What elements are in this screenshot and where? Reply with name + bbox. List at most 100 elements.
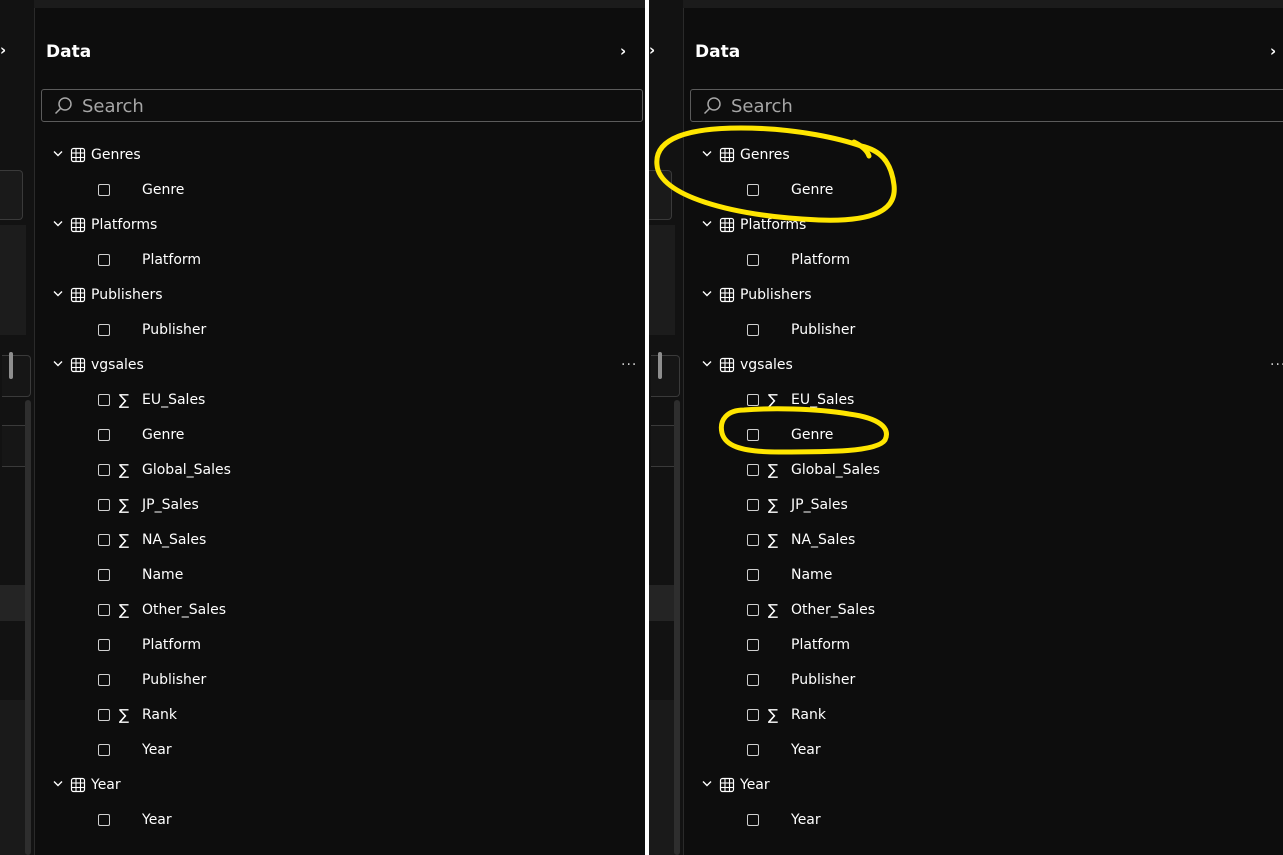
field-checkbox[interactable] <box>98 254 110 266</box>
more-options-icon[interactable]: ··· <box>621 348 637 383</box>
strip-control[interactable] <box>2 355 31 397</box>
field-row-jp-sales[interactable]: ∑ JP_Sales <box>35 488 645 523</box>
search-input[interactable] <box>729 93 1228 120</box>
field-name: Genre <box>791 182 834 198</box>
collapse-pane-button[interactable]: › <box>1270 42 1276 60</box>
field-row-global-sales[interactable]: ∑ Global_Sales <box>35 453 645 488</box>
field-row-year[interactable]: Year <box>35 733 645 768</box>
field-row-rank[interactable]: ∑ Rank <box>684 698 1283 733</box>
field-row-eu-sales[interactable]: ∑ EU_Sales <box>35 383 645 418</box>
field-checkbox[interactable] <box>98 394 110 406</box>
field-checkbox[interactable] <box>747 324 759 336</box>
search-input[interactable] <box>80 93 564 120</box>
field-checkbox[interactable] <box>98 464 110 476</box>
field-row-rank[interactable]: ∑ Rank <box>35 698 645 733</box>
field-row-publisher[interactable]: Publisher <box>35 313 645 348</box>
chevron-down-icon[interactable] <box>702 290 712 298</box>
field-checkbox[interactable] <box>98 324 110 336</box>
field-checkbox[interactable] <box>98 534 110 546</box>
field-checkbox[interactable] <box>747 534 759 546</box>
field-row-genre[interactable]: Genre <box>35 173 645 208</box>
field-row-publisher[interactable]: Publisher <box>684 313 1283 348</box>
chevron-down-icon[interactable] <box>53 150 63 158</box>
chevron-down-icon[interactable] <box>53 360 63 368</box>
strip-control[interactable] <box>651 355 680 397</box>
field-row-jp-sales[interactable]: ∑ JP_Sales <box>684 488 1283 523</box>
table-row-platforms[interactable]: Platforms <box>35 208 645 243</box>
table-row-genres[interactable]: Genres <box>35 138 645 173</box>
field-checkbox[interactable] <box>747 744 759 756</box>
collapse-pane-button[interactable]: › <box>620 42 626 60</box>
expand-pane-icon[interactable]: › <box>649 40 655 60</box>
field-row-genre[interactable]: Genre <box>35 418 645 453</box>
field-row-platform[interactable]: Platform <box>684 628 1283 663</box>
field-row-platform[interactable]: Platform <box>35 243 645 278</box>
chevron-down-icon[interactable] <box>53 780 63 788</box>
table-row-vgsales[interactable]: vgsales ··· <box>658 348 1283 383</box>
table-icon <box>70 287 86 303</box>
field-row-publisher[interactable]: Publisher <box>684 663 1283 698</box>
table-row-publishers[interactable]: Publishers <box>35 278 645 313</box>
field-row-other-sales[interactable]: ∑ Other_Sales <box>684 593 1283 628</box>
field-checkbox[interactable] <box>98 569 110 581</box>
chevron-down-icon[interactable] <box>702 220 712 228</box>
field-checkbox[interactable] <box>98 429 110 441</box>
field-checkbox[interactable] <box>747 604 759 616</box>
field-row-na-sales[interactable]: ∑ NA_Sales <box>35 523 645 558</box>
expand-pane-icon[interactable]: › <box>0 40 6 60</box>
field-row-eu-sales[interactable]: ∑ EU_Sales <box>684 383 1283 418</box>
table-row-year[interactable]: Year <box>684 768 1283 803</box>
field-checkbox[interactable] <box>747 499 759 511</box>
scrollbar[interactable] <box>25 400 31 855</box>
field-checkbox[interactable] <box>98 674 110 686</box>
field-row-other-sales[interactable]: ∑ Other_Sales <box>35 593 645 628</box>
field-row-global-sales[interactable]: ∑ Global_Sales <box>684 453 1283 488</box>
more-options-icon[interactable]: ··· <box>1270 348 1283 383</box>
field-row-year[interactable]: Year <box>684 803 1283 838</box>
field-checkbox[interactable] <box>98 814 110 826</box>
field-name: Year <box>142 742 172 758</box>
field-checkbox[interactable] <box>747 709 759 721</box>
field-row-year[interactable]: Year <box>35 803 645 838</box>
field-checkbox[interactable] <box>747 464 759 476</box>
field-row-name[interactable]: Name <box>35 558 645 593</box>
table-icon <box>70 777 86 793</box>
field-checkbox[interactable] <box>747 674 759 686</box>
field-checkbox[interactable] <box>98 709 110 721</box>
field-checkbox[interactable] <box>747 639 759 651</box>
search-box[interactable] <box>690 89 1283 122</box>
table-row-publishers[interactable]: Publishers <box>684 278 1283 313</box>
field-row-platform[interactable]: Platform <box>684 243 1283 278</box>
field-row-year[interactable]: Year <box>684 733 1283 768</box>
field-checkbox[interactable] <box>747 569 759 581</box>
field-checkbox[interactable] <box>747 254 759 266</box>
chevron-down-icon[interactable] <box>702 360 712 368</box>
chevron-down-icon[interactable] <box>702 150 712 158</box>
table-row-platforms[interactable]: Platforms <box>684 208 1283 243</box>
field-row-na-sales[interactable]: ∑ NA_Sales <box>684 523 1283 558</box>
field-row-platform[interactable]: Platform <box>35 628 645 663</box>
field-row-publisher[interactable]: Publisher <box>35 663 645 698</box>
table-row-year[interactable]: Year <box>35 768 645 803</box>
table-row-vgsales[interactable]: vgsales ··· <box>9 348 645 383</box>
chevron-down-icon[interactable] <box>53 220 63 228</box>
field-row-genre[interactable]: Genre <box>684 418 1283 453</box>
field-checkbox[interactable] <box>98 744 110 756</box>
field-checkbox[interactable] <box>98 499 110 511</box>
field-checkbox[interactable] <box>98 639 110 651</box>
field-row-name[interactable]: Name <box>684 558 1283 593</box>
field-checkbox[interactable] <box>98 184 110 196</box>
field-checkbox[interactable] <box>747 184 759 196</box>
chevron-down-icon[interactable] <box>53 290 63 298</box>
scrollbar[interactable] <box>674 400 680 855</box>
field-checkbox[interactable] <box>747 429 759 441</box>
table-row-genres[interactable]: Genres <box>684 138 1283 173</box>
field-checkbox[interactable] <box>747 814 759 826</box>
strip-control[interactable] <box>649 170 672 220</box>
search-box[interactable] <box>41 89 643 122</box>
field-checkbox[interactable] <box>98 604 110 616</box>
field-checkbox[interactable] <box>747 394 759 406</box>
chevron-down-icon[interactable] <box>702 780 712 788</box>
field-row-genre[interactable]: Genre <box>684 173 1283 208</box>
strip-control[interactable] <box>0 170 23 220</box>
